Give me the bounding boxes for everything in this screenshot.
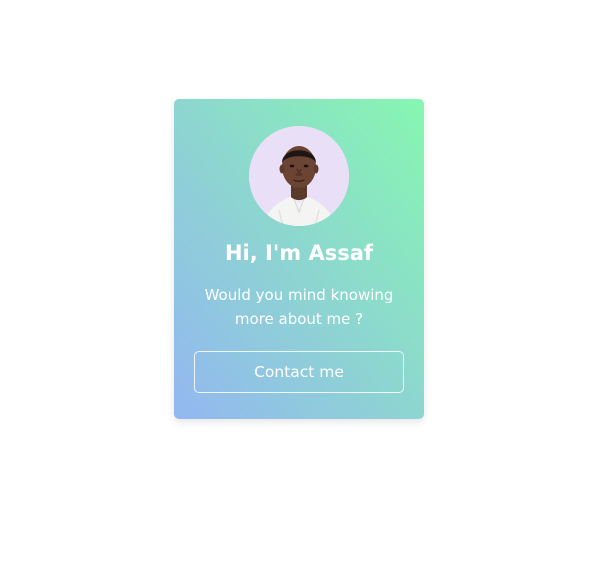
- contact-me-button[interactable]: Contact me: [194, 351, 404, 393]
- tagline-text: Would you mind knowing more about me ?: [204, 286, 394, 328]
- page: Hi, I'm Assaf Would you mind knowing mor…: [0, 0, 595, 570]
- profile-card: Hi, I'm Assaf Would you mind knowing mor…: [174, 99, 424, 419]
- avatar: [249, 126, 349, 226]
- greeting-heading: Hi, I'm Assaf: [224, 241, 374, 265]
- avatar-photo: [249, 126, 349, 226]
